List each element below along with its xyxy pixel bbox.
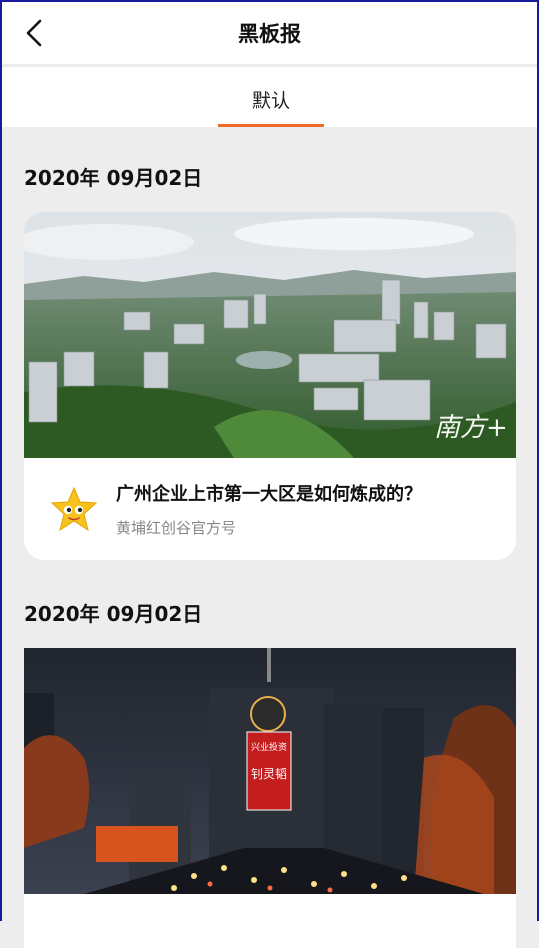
article-card[interactable]: 南方+ 广州企业上市第一大区是如何炼成的？ 黄埔红创谷官方号 <box>24 212 516 560</box>
article-image: 兴业投资 钊灵韬 <box>24 648 516 894</box>
page-title: 黑板报 <box>238 22 301 46</box>
star-avatar-icon <box>51 487 97 531</box>
tab-default[interactable]: 默认 <box>218 67 324 127</box>
feed-date: 2020年 09月02日 <box>24 166 203 190</box>
billboard-text-2: 钊灵韬 <box>251 766 287 781</box>
image-watermark: 南方+ <box>434 413 508 443</box>
article-source: 黄埔红创谷官方号 <box>116 519 237 537</box>
tab-bar: 默认 <box>2 66 537 127</box>
feed-date: 2020年 09月02日 <box>24 602 203 626</box>
top-bar: 黑板报 <box>2 2 537 64</box>
article-card[interactable]: 兴业投资 钊灵韬 <box>24 648 516 948</box>
billboard-text-1: 兴业投资 <box>251 741 287 753</box>
article-image: 南方+ <box>24 212 516 458</box>
tab-active-indicator <box>218 124 324 127</box>
tab-label: 默认 <box>251 90 290 112</box>
article-title[interactable]: 广州企业上市第一大区是如何炼成的？ <box>116 480 422 506</box>
